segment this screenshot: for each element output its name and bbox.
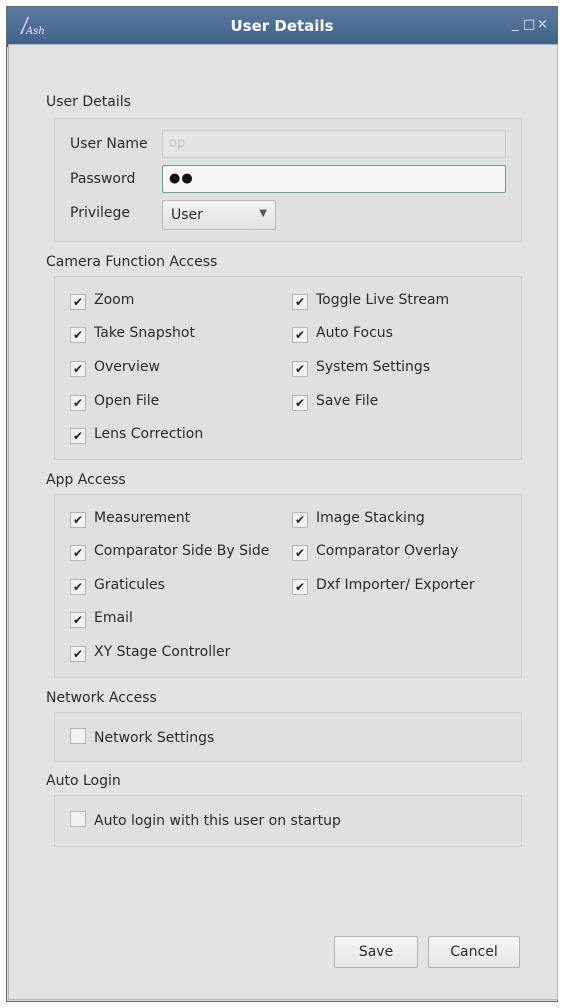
checkbox-email[interactable]: ✔ Email: [70, 610, 133, 628]
checkbox-zoom[interactable]: ✔ Zoom: [70, 292, 134, 310]
privilege-label: Privilege: [70, 205, 131, 221]
username-label: User Name: [70, 136, 148, 152]
checkbox-dxf-importer-exporter[interactable]: ✔ Dxf Importer/ Exporter: [292, 577, 475, 595]
checkbox-comparator-overlay[interactable]: ✔ Comparator Overlay: [292, 543, 458, 561]
maximize-icon[interactable]: □: [523, 17, 535, 32]
checkbox-overview[interactable]: ✔ Overview: [70, 359, 160, 377]
title-bar[interactable]: Ash User Details _ □ ×: [7, 7, 557, 47]
check-icon: ✔: [70, 512, 86, 528]
check-icon: ✔: [292, 512, 308, 528]
checkbox-network-settings[interactable]: Network Settings: [70, 728, 214, 746]
password-label: Password: [70, 171, 136, 187]
checkbox-graticules[interactable]: ✔ Graticules: [70, 577, 165, 595]
checkbox-comparator-side-by-side[interactable]: ✔ Comparator Side By Side: [70, 543, 269, 561]
checkbox-empty-icon: [70, 811, 86, 827]
privilege-value: User: [171, 207, 203, 223]
check-icon: ✔: [70, 579, 86, 595]
check-icon: ✔: [70, 361, 86, 377]
check-icon: ✔: [292, 395, 308, 411]
check-icon: ✔: [292, 361, 308, 377]
checkbox-lens-correction[interactable]: ✔ Lens Correction: [70, 426, 203, 444]
chevron-down-icon: ▼: [259, 208, 267, 219]
check-icon: ✔: [70, 545, 86, 561]
checkbox-auto-focus[interactable]: ✔ Auto Focus: [292, 325, 393, 343]
check-icon: ✔: [292, 327, 308, 343]
privilege-select[interactable]: User ▼: [162, 200, 276, 230]
check-icon: ✔: [292, 579, 308, 595]
password-field[interactable]: ●●: [162, 165, 506, 193]
checkbox-auto-login[interactable]: Auto login with this user on startup: [70, 811, 341, 829]
checkbox-measurement[interactable]: ✔ Measurement: [70, 510, 190, 528]
checkbox-toggle-live-stream[interactable]: ✔ Toggle Live Stream: [292, 292, 449, 310]
check-icon: ✔: [70, 294, 86, 310]
user-details-section-title: User Details: [46, 94, 131, 110]
check-icon: ✔: [292, 545, 308, 561]
app-access-section-title: App Access: [46, 472, 126, 488]
username-field[interactable]: op: [162, 130, 506, 158]
window-title: User Details: [230, 17, 334, 35]
check-icon: ✔: [70, 395, 86, 411]
cancel-button[interactable]: Cancel: [428, 936, 520, 968]
checkbox-xy-stage-controller[interactable]: ✔ XY Stage Controller: [70, 644, 230, 662]
checkbox-system-settings[interactable]: ✔ System Settings: [292, 359, 430, 377]
minimize-icon[interactable]: _: [512, 17, 519, 32]
auto-login-section-title: Auto Login: [46, 773, 121, 789]
save-button[interactable]: Save: [334, 936, 418, 968]
camera-access-section-title: Camera Function Access: [46, 254, 218, 270]
check-icon: ✔: [70, 646, 86, 662]
check-icon: ✔: [70, 428, 86, 444]
checkbox-take-snapshot[interactable]: ✔ Take Snapshot: [70, 325, 195, 343]
check-icon: ✔: [70, 612, 86, 628]
network-access-section-title: Network Access: [46, 690, 157, 706]
close-icon[interactable]: ×: [537, 17, 548, 32]
checkbox-save-file[interactable]: ✔ Save File: [292, 393, 378, 411]
check-icon: ✔: [70, 327, 86, 343]
check-icon: ✔: [292, 294, 308, 310]
checkbox-empty-icon: [70, 728, 86, 744]
checkbox-open-file[interactable]: ✔ Open File: [70, 393, 159, 411]
checkbox-image-stacking[interactable]: ✔ Image Stacking: [292, 510, 425, 528]
